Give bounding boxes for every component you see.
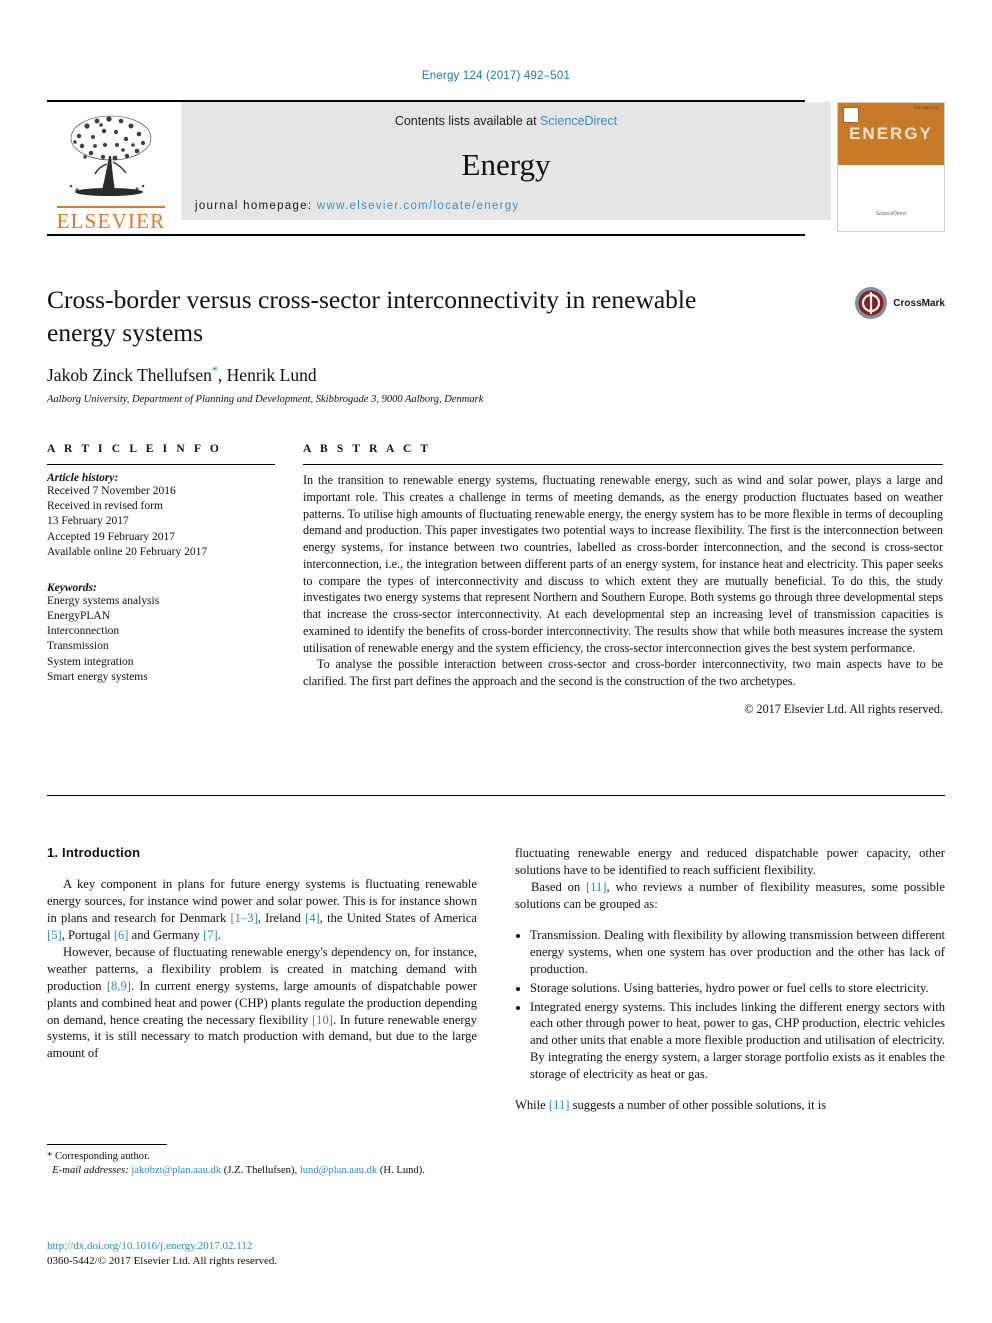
list-item: Transmission. Dealing with flexibility b… [530, 927, 945, 978]
intro-paragraph-5: While [11] suggests a number of other po… [515, 1097, 945, 1114]
crossmark-badge[interactable]: CrossMark [854, 286, 945, 320]
history-item: Accepted 19 February 2017 [47, 530, 176, 543]
text-run: , Ireland [257, 910, 306, 925]
history-item: Received in revised form [47, 500, 163, 513]
article-info-rule [47, 464, 275, 465]
issn-copyright-line: 0360-5442/© 2017 Elsevier Ltd. All right… [47, 1255, 278, 1268]
article-history-label: Article history: [47, 472, 119, 484]
footnote-rule [47, 1144, 167, 1145]
keyword-item: EnergyPLAN [47, 610, 111, 623]
citation-ref[interactable]: [8,9] [107, 979, 131, 993]
keywords-label: Keywords: [47, 581, 97, 594]
text-run: suggests a number of other possible solu… [569, 1098, 827, 1113]
homepage-url-link[interactable]: www.elsevier.com/locate/energy [317, 200, 520, 212]
abstract-paragraph: In the transition to renewable energy sy… [303, 473, 943, 655]
corresponding-author-note: * Corresponding author. [47, 1151, 150, 1162]
citation-ref[interactable]: [4] [305, 911, 320, 925]
info-and-abstract: A R T I C L E I N F O Article history: R… [47, 443, 945, 717]
citation-ref[interactable]: [11] [586, 880, 607, 894]
elsevier-wordmark: ELSEVIER [56, 206, 166, 232]
email-owner-2: (H. Lund). [379, 1165, 425, 1177]
section-heading-introduction: 1. Introduction [47, 845, 141, 860]
text-run: , Portugal [61, 927, 114, 942]
cover-top-band: ISSN 0360-5442 ENERGY [838, 103, 944, 165]
keywords-block: Keywords: Energy systems analysis Energy… [47, 582, 275, 685]
author-secondary: , Henrik Lund [217, 365, 317, 386]
doi-link[interactable]: http://dx.doi.org/10.1016/j.energy.2017.… [47, 1239, 477, 1254]
affiliation: Aalborg University, Department of Planni… [47, 394, 484, 406]
email-owner-1: (J.Z. Thellufsen), [223, 1165, 298, 1177]
citation-ref[interactable]: [7] [203, 928, 218, 942]
crossmark-logo-icon [855, 287, 888, 319]
author-list: Jakob Zinck Thellufsen*, Henrik Lund [47, 363, 945, 386]
list-item: Integrated energy systems. This includes… [530, 999, 945, 1084]
intro-paragraph-2: However, because of fluctuating renewabl… [47, 944, 477, 1063]
text-run: Based on [531, 879, 587, 894]
cover-journal-title: ENERGY [849, 124, 933, 143]
cover-bottom-area: ScienceDirect [838, 165, 944, 231]
running-head: Energy 124 (2017) 492–501 [421, 70, 571, 82]
citation-ref[interactable]: [5] [47, 928, 62, 942]
body-column-left: 1. Introduction A key component in plans… [47, 845, 477, 1114]
text-run: . [217, 927, 221, 942]
article-info-column: A R T I C L E I N F O Article history: R… [47, 443, 275, 717]
keyword-item: Interconnection [47, 625, 120, 638]
flexibility-solutions-list: Transmission. Dealing with flexibility b… [515, 927, 945, 1083]
abstract-column: A B S T R A C T In the transition to ren… [303, 443, 943, 717]
page-title: Cross-border versus cross-sector interco… [47, 285, 697, 347]
banner-bottom-rule [47, 234, 805, 236]
body-columns: 1. Introduction A key component in plans… [47, 845, 945, 1114]
citation-ref[interactable]: [11] [549, 1098, 570, 1112]
homepage-prefix: journal homepage: [195, 200, 317, 212]
history-item: Received 7 November 2016 [47, 485, 176, 497]
citation-ref[interactable]: [6] [114, 928, 129, 942]
text-run: While [515, 1098, 549, 1113]
email-addresses-note: E-mail addresses: jakobzt@plan.aau.dk (J… [47, 1164, 477, 1178]
elsevier-logo: ELSEVIER [47, 102, 175, 232]
keyword-item: Smart energy systems [47, 670, 148, 683]
cover-publisher-text: ScienceDirect [875, 211, 907, 217]
journal-homepage-line: journal homepage: www.elsevier.com/locat… [181, 200, 520, 212]
email-link-1[interactable]: jakobzt@plan.aau.dk [131, 1165, 221, 1176]
footnote-block: * Corresponding author. E-mail addresses… [47, 1144, 477, 1179]
abstract-heading: A B S T R A C T [303, 443, 432, 455]
contents-prefix: Contents lists available at [394, 114, 541, 128]
journal-cover-thumbnail: ISSN 0360-5442 ENERGY ScienceDirect [837, 102, 945, 232]
keyword-item: Energy systems analysis [47, 594, 160, 607]
citation-ref[interactable]: [1–3] [230, 911, 257, 925]
journal-banner: ELSEVIER Contents lists available at Sci… [47, 100, 945, 236]
doi-block: http://dx.doi.org/10.1016/j.energy.2017.… [47, 1239, 477, 1270]
elsevier-tree-icon [69, 115, 152, 196]
email-label: E-mail addresses: [52, 1165, 129, 1177]
email-link-2[interactable]: lund@plan.aau.dk [300, 1165, 377, 1176]
body-column-right: fluctuating renewable energy and reduced… [515, 845, 945, 1114]
text-run: , the United States of America [319, 910, 477, 925]
text-run: and Germany [128, 927, 203, 942]
journal-title: Energy [461, 146, 551, 182]
title-block: Cross-border versus cross-sector interco… [47, 284, 945, 405]
intro-paragraph-4: Based on [11], who reviews a number of f… [515, 879, 945, 913]
history-item: 13 February 2017 [47, 515, 129, 528]
banner-body: ELSEVIER Contents lists available at Sci… [47, 102, 945, 232]
author-primary: Jakob Zinck Thellufsen [47, 365, 212, 386]
article-info-heading: A R T I C L E I N F O [47, 443, 222, 455]
intro-paragraph-1: A key component in plans for future ener… [47, 876, 477, 944]
sciencedirect-link[interactable]: ScienceDirect [540, 114, 617, 128]
history-item: Available online 20 February 2017 [47, 545, 208, 558]
cover-elsevier-mark-icon [843, 107, 859, 123]
list-item: Storage solutions. Using batteries, hydr… [530, 980, 945, 997]
keyword-item: System integration [47, 655, 134, 668]
abstract-paragraph: To analyse the possible interaction betw… [303, 657, 943, 689]
crossmark-label: CrossMark [893, 297, 945, 309]
keyword-item: Transmission [47, 640, 109, 653]
abstract-section-bottom-rule [47, 795, 945, 796]
citation-ref[interactable]: [10] [312, 1013, 333, 1027]
intro-paragraph-3: fluctuating renewable energy and reduced… [515, 846, 945, 877]
banner-center: Contents lists available at ScienceDirec… [181, 102, 831, 220]
abstract-rule [303, 464, 943, 465]
contents-available-line: Contents lists available at ScienceDirec… [395, 114, 617, 128]
abstract-copyright: © 2017 Elsevier Ltd. All rights reserved… [744, 701, 943, 716]
paper-page: Energy 124 (2017) 492–501 ELSEVIER Conte… [0, 0, 992, 1323]
cover-issn-text: ISSN 0360-5442 [913, 106, 939, 110]
